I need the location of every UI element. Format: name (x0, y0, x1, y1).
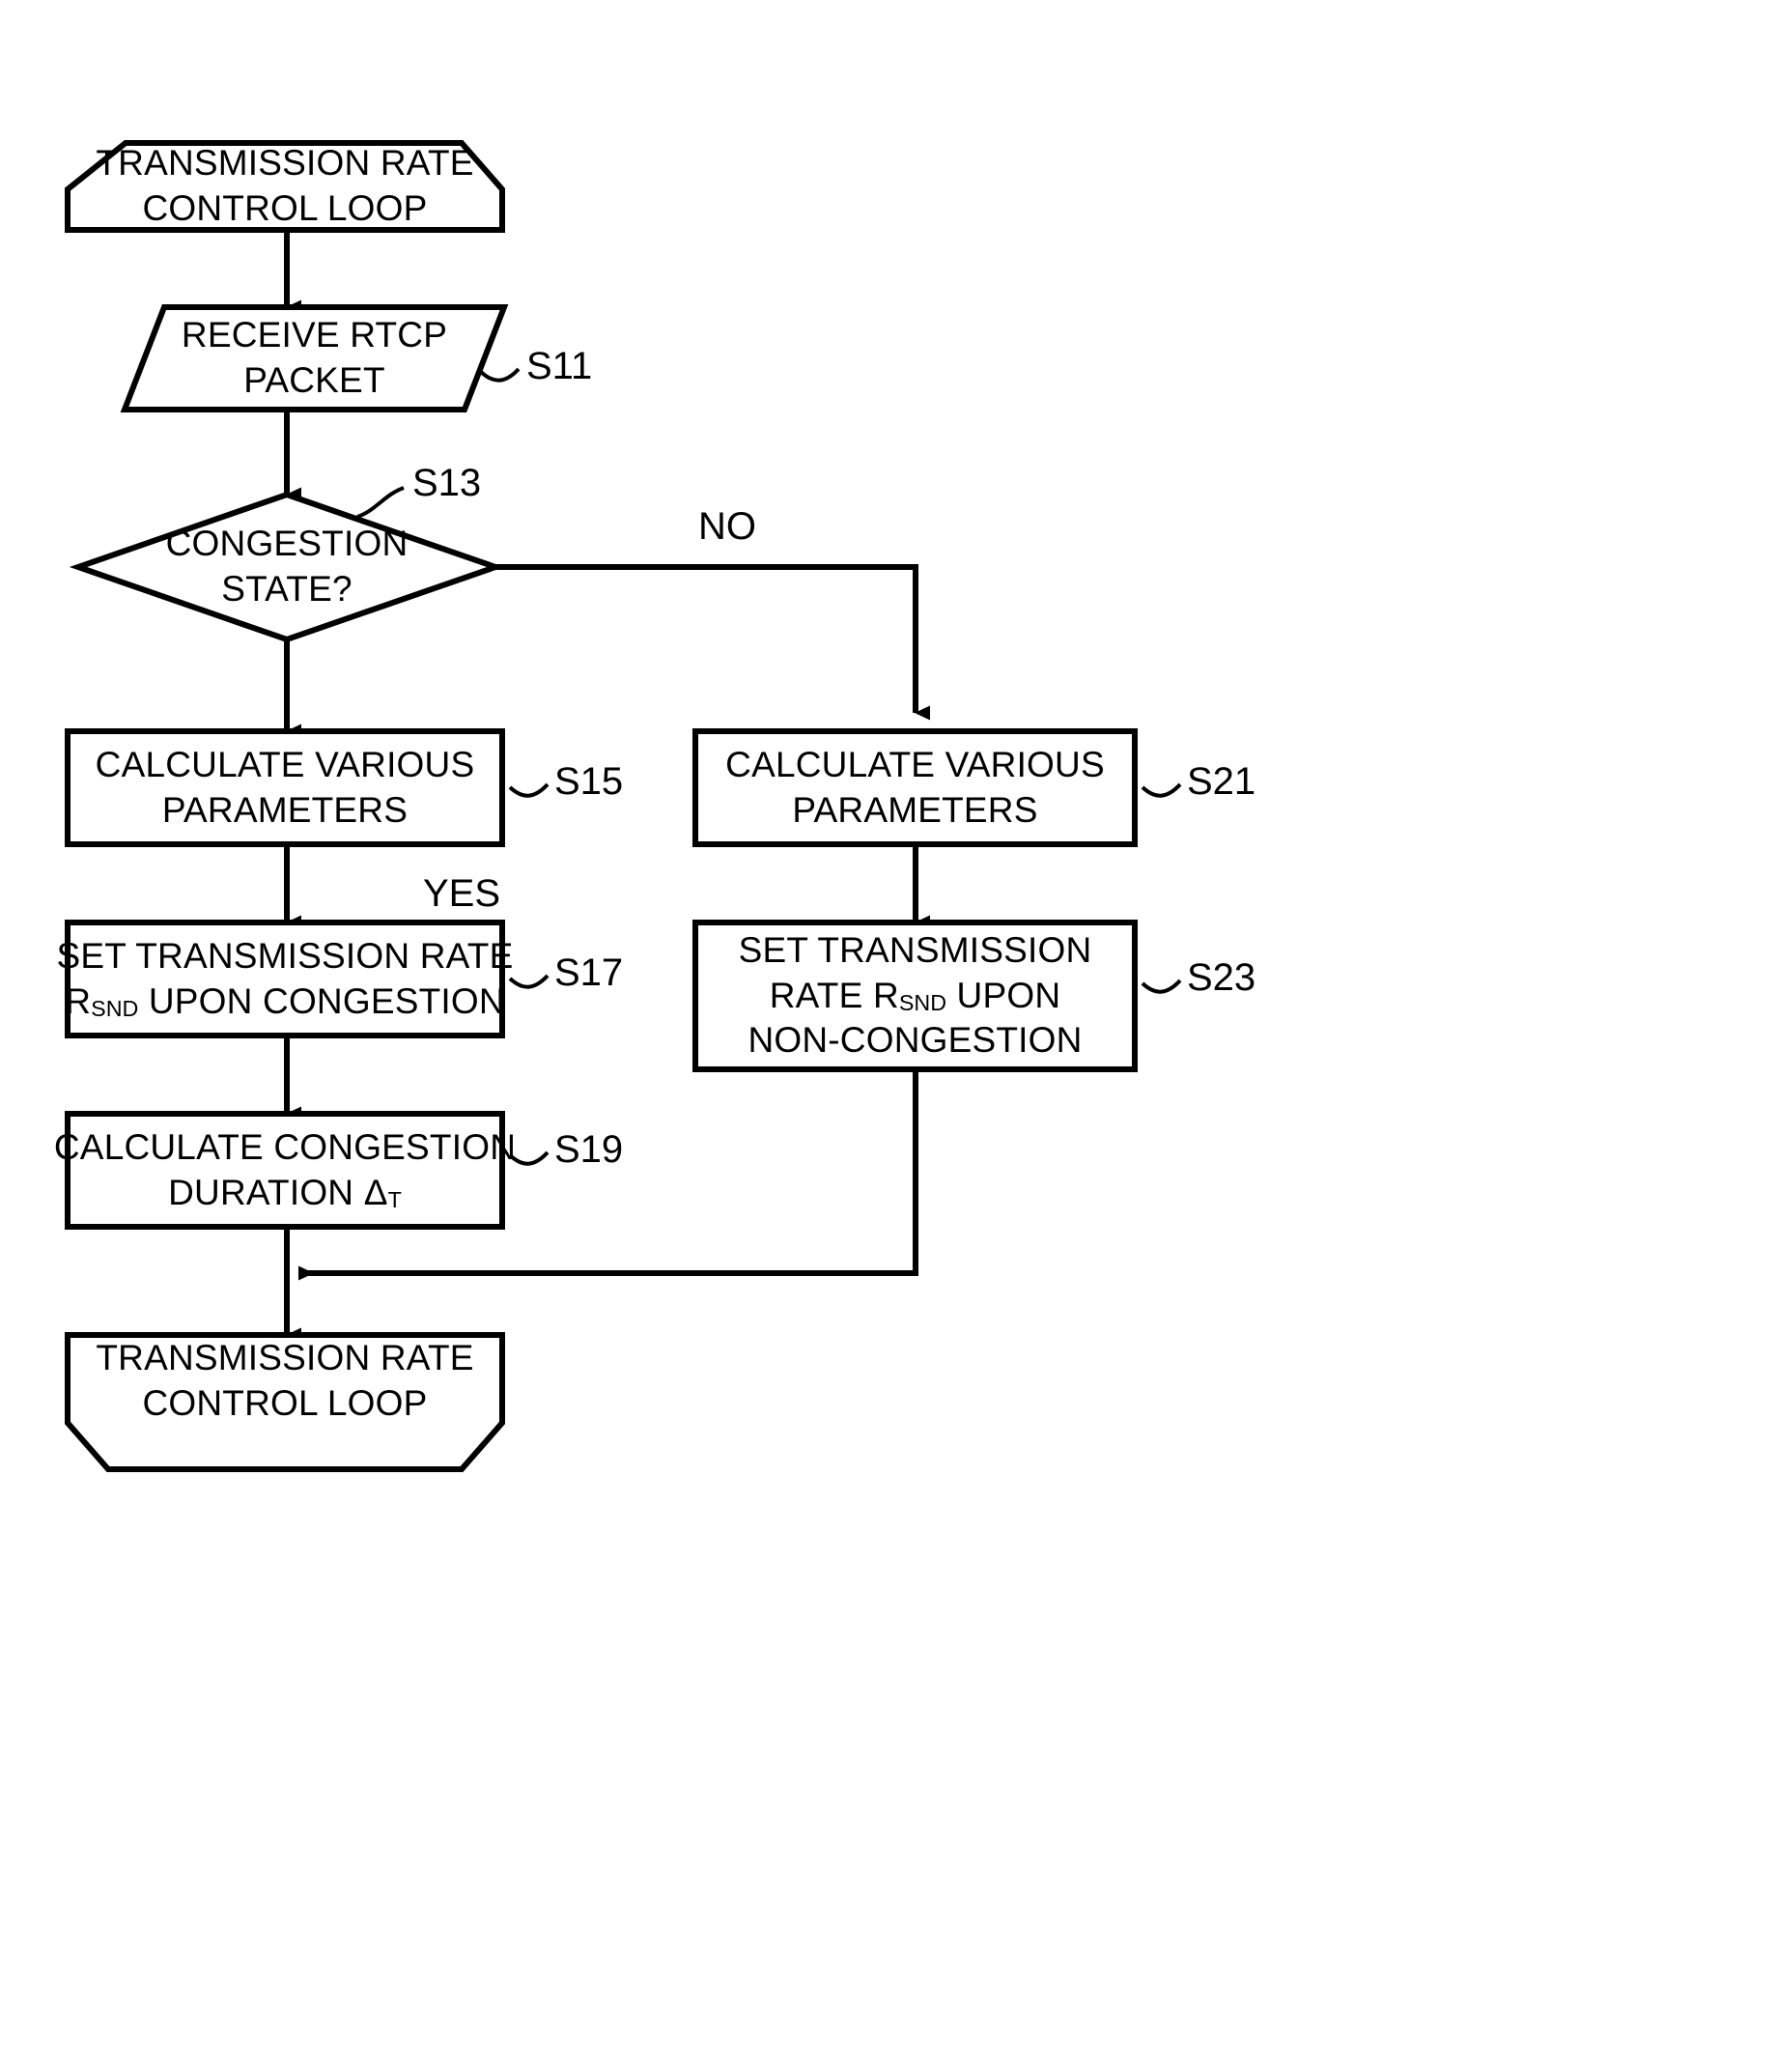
step-tag-s15: S15 (554, 760, 624, 803)
set-rate-non-congestion-shape (692, 920, 1138, 1072)
step-leader-s15 (508, 782, 550, 798)
step-leader-s19 (508, 1150, 550, 1166)
step-tag-s11: S11 (526, 345, 593, 387)
step-tag-s19: S19 (554, 1128, 624, 1171)
end-terminal-shape (65, 1332, 505, 1472)
step-leader-s13 (356, 486, 405, 519)
decision-yes-label: YES (423, 872, 501, 915)
step-tag-s13: S13 (412, 462, 482, 504)
set-rate-congestion-shape (65, 920, 505, 1038)
start-terminal-shape (65, 140, 505, 233)
calc-duration-shape (65, 1111, 505, 1230)
figure-canvas: TRANSMISSION RATE CONTROL LOOP RECEIVE R… (0, 0, 1777, 2072)
step-leader-s21 (1141, 782, 1182, 798)
step-tag-s17: S17 (554, 951, 624, 994)
calc-params-no-shape (692, 728, 1138, 847)
receive-packet-shape (120, 304, 509, 412)
edge-no-branch (495, 564, 930, 721)
flowchart-graphics (65, 140, 1182, 1472)
calc-params-yes-shape (65, 728, 505, 847)
step-leader-s11 (479, 367, 521, 383)
congestion-decision-shape (69, 491, 505, 643)
step-leader-s17 (508, 974, 550, 989)
step-leader-s23 (1141, 979, 1182, 994)
step-tag-s23: S23 (1187, 956, 1256, 999)
step-tag-s21: S21 (1187, 760, 1256, 803)
decision-no-label: NO (698, 505, 756, 548)
